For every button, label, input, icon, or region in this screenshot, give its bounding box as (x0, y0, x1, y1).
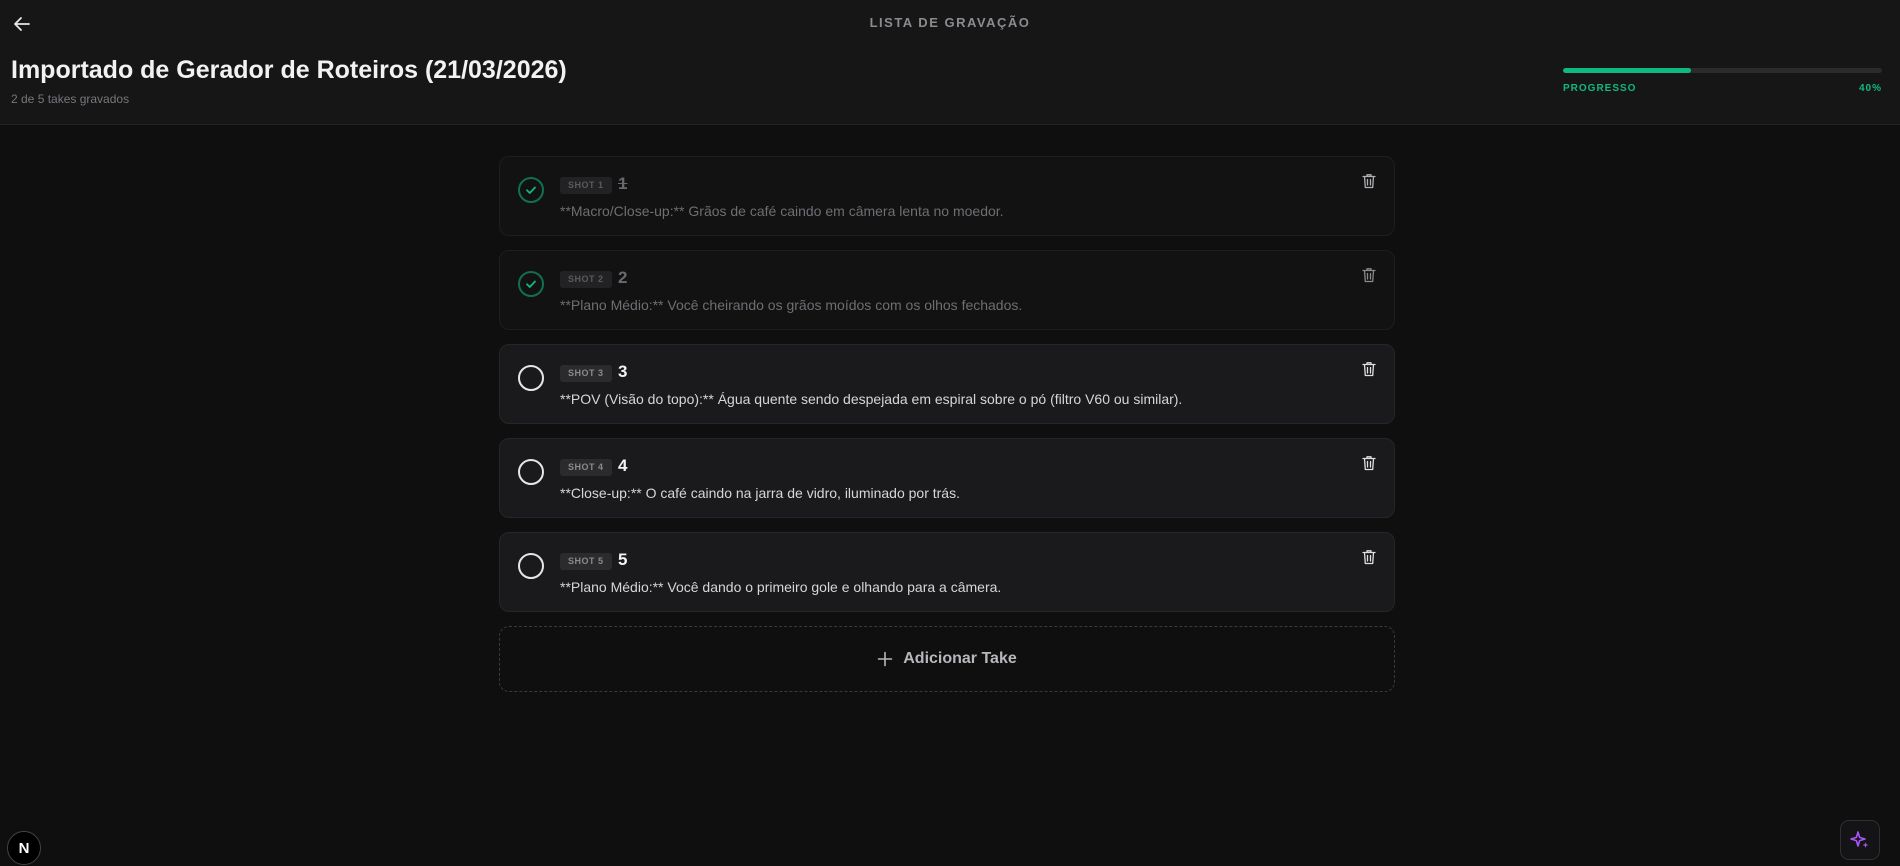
take-number: 1 (618, 174, 628, 193)
trash-icon (1362, 550, 1376, 565)
delete-take-button[interactable] (1360, 453, 1378, 473)
progress-labels: PROGRESSO 40% (1563, 83, 1882, 94)
sparkles-icon (1850, 831, 1869, 848)
take-description: **Macro/Close-up:** Grãos de café caindo… (560, 203, 1004, 219)
check-icon (526, 280, 536, 288)
trash-icon (1362, 174, 1376, 189)
take-number: 5 (618, 550, 628, 569)
delete-take-button[interactable] (1360, 547, 1378, 567)
delete-take-button[interactable] (1360, 171, 1378, 191)
trash-icon (1362, 268, 1376, 283)
take-checkbox[interactable] (518, 365, 544, 391)
add-take-label: Adicionar Take (903, 650, 1017, 667)
shot-badge: SHOT 5 (560, 553, 612, 570)
take-card: SHOT 4 4 **Close-up:** O café caindo na … (499, 438, 1395, 518)
delete-take-button[interactable] (1360, 265, 1378, 285)
take-number: 4 (618, 456, 628, 475)
ai-assistant-button[interactable] (1840, 820, 1880, 860)
take-list: SHOT 1 1 **Macro/Close-up:** Grãos de ca… (499, 156, 1395, 692)
take-number: 3 (618, 362, 628, 381)
plus-icon (877, 651, 893, 667)
nextjs-badge[interactable]: N (7, 831, 41, 865)
shot-badge: SHOT 3 (560, 365, 612, 382)
delete-take-button[interactable] (1360, 359, 1378, 379)
top-title: LISTA DE GRAVAÇÃO (869, 15, 1031, 30)
trash-icon (1362, 456, 1376, 471)
shot-badge: SHOT 2 (560, 271, 612, 288)
progress-value: 40% (1858, 83, 1882, 94)
take-card: SHOT 2 2 **Plano Médio:** Você cheirando… (499, 250, 1395, 330)
take-description: **Close-up:** O café caindo na jarra de … (560, 485, 960, 501)
check-icon (526, 186, 536, 194)
take-card: SHOT 1 1 **Macro/Close-up:** Grãos de ca… (499, 156, 1395, 236)
take-checkbox[interactable] (518, 271, 544, 297)
shot-badge: SHOT 1 (560, 177, 612, 194)
take-description: **Plano Médio:** Você cheirando os grãos… (560, 297, 1023, 313)
take-checkbox[interactable] (518, 459, 544, 485)
take-number: 2 (618, 268, 628, 287)
shot-badge: SHOT 4 (560, 459, 612, 476)
progress-track (1563, 68, 1882, 73)
page-title: Importado de Gerador de Roteiros (21/03/… (11, 56, 567, 84)
take-description: **Plano Médio:** Você dando o primeiro g… (560, 579, 1002, 595)
nextjs-badge-label: N (18, 839, 30, 857)
header: LISTA DE GRAVAÇÃO Importado de Gerador d… (0, 0, 1900, 125)
add-take-button[interactable]: Adicionar Take (499, 626, 1395, 692)
take-checkbox[interactable] (518, 553, 544, 579)
progress: PROGRESSO 40% (1563, 68, 1882, 94)
progress-fill (1563, 68, 1691, 73)
trash-icon (1362, 362, 1376, 377)
progress-label: PROGRESSO (1563, 83, 1637, 94)
take-card: SHOT 5 5 **Plano Médio:** Você dando o p… (499, 532, 1395, 612)
take-checkbox[interactable] (518, 177, 544, 203)
take-card: SHOT 3 3 **POV (Visão do topo):** Água q… (499, 344, 1395, 424)
take-description: **POV (Visão do topo):** Água quente sen… (560, 391, 1183, 407)
page-subtitle: 2 de 5 takes gravados (11, 92, 130, 106)
